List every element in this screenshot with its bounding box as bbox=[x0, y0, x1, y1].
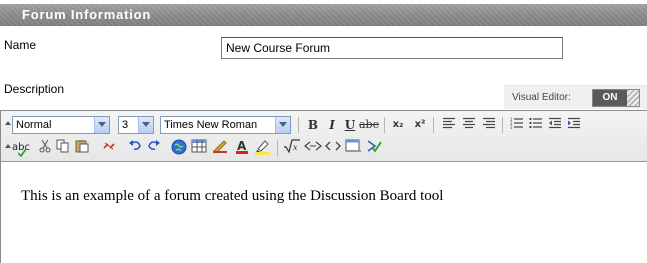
font-family-value: Times New Roman bbox=[164, 119, 258, 131]
strikethrough-icon[interactable]: abe bbox=[359, 116, 379, 134]
editor-content[interactable]: This is an example of a forum created us… bbox=[21, 188, 443, 205]
align-center-icon[interactable] bbox=[461, 116, 477, 134]
toggle-grip-icon bbox=[627, 90, 639, 106]
chevron-down-icon bbox=[94, 117, 109, 133]
table-icon[interactable] bbox=[191, 139, 207, 157]
align-left-icon[interactable] bbox=[441, 116, 457, 134]
chevron-down-icon bbox=[138, 117, 153, 133]
visual-editor-label: Visual Editor: bbox=[512, 92, 571, 103]
visual-editor-state: ON bbox=[593, 90, 627, 106]
collapse-toolbar-icon[interactable] bbox=[5, 144, 11, 148]
visual-editor-toggle[interactable]: ON bbox=[592, 89, 640, 107]
unlink-icon[interactable] bbox=[101, 139, 117, 157]
section-header: Forum Information bbox=[0, 4, 647, 26]
collapse-toolbar-icon[interactable] bbox=[5, 121, 11, 125]
text-color-icon[interactable]: A bbox=[234, 139, 250, 157]
outdent-icon[interactable] bbox=[547, 116, 563, 134]
format-select[interactable]: Normal bbox=[12, 116, 110, 134]
redo-icon[interactable] bbox=[146, 139, 162, 157]
embed-icon[interactable] bbox=[304, 139, 322, 157]
font-family-select[interactable]: Times New Roman bbox=[160, 116, 291, 134]
description-label: Description bbox=[4, 82, 65, 96]
section-title: Forum Information bbox=[22, 7, 152, 22]
svg-text:3: 3 bbox=[510, 125, 513, 129]
paste-icon[interactable] bbox=[74, 139, 90, 157]
chevron-down-icon bbox=[275, 117, 290, 133]
preview-icon[interactable] bbox=[345, 139, 361, 157]
name-label: Name bbox=[4, 38, 37, 52]
spellcheck-icon[interactable]: abc bbox=[12, 139, 30, 157]
draw-icon[interactable] bbox=[212, 139, 228, 157]
highlight-icon[interactable] bbox=[254, 139, 270, 157]
bulleted-list-icon[interactable] bbox=[528, 116, 544, 134]
copy-icon[interactable] bbox=[55, 139, 71, 157]
subscript-icon[interactable]: x₂ bbox=[390, 116, 406, 134]
toolbar-row-2: abc A x bbox=[1, 137, 647, 159]
name-input[interactable]: New Course Forum bbox=[221, 37, 563, 59]
svg-text:x: x bbox=[293, 143, 298, 152]
editor-toolbar: Normal 3 Times New Roman B I U abe x₂ x² bbox=[1, 111, 647, 162]
rich-text-editor: Normal 3 Times New Roman B I U abe x₂ x² bbox=[0, 110, 647, 263]
superscript-icon[interactable]: x² bbox=[412, 116, 428, 134]
web-link-icon[interactable] bbox=[171, 139, 187, 157]
toolbar-separator bbox=[298, 117, 299, 133]
toolbar-row-1: Normal 3 Times New Roman B I U abe x₂ x² bbox=[1, 114, 647, 136]
html-source-icon[interactable] bbox=[325, 139, 341, 157]
visual-editor-toggle-box: Visual Editor: ON bbox=[504, 85, 647, 109]
undo-icon[interactable] bbox=[127, 139, 143, 157]
spellcheck-done-icon[interactable] bbox=[366, 139, 382, 157]
toolbar-separator bbox=[277, 140, 278, 156]
italic-icon[interactable]: I bbox=[324, 116, 340, 134]
font-size-value: 3 bbox=[122, 119, 129, 131]
toolbar-separator bbox=[433, 117, 434, 133]
underline-icon[interactable]: U bbox=[342, 116, 358, 134]
numbered-list-icon[interactable]: 123 bbox=[509, 116, 525, 134]
cut-icon[interactable] bbox=[37, 139, 53, 157]
toolbar-separator bbox=[502, 117, 503, 133]
align-right-icon[interactable] bbox=[481, 116, 497, 134]
format-select-value: Normal bbox=[16, 119, 52, 131]
indent-icon[interactable] bbox=[566, 116, 582, 134]
bold-icon[interactable]: B bbox=[305, 116, 321, 134]
font-size-select[interactable]: 3 bbox=[118, 116, 154, 134]
math-equation-icon[interactable]: x bbox=[283, 139, 301, 157]
svg-text:A: A bbox=[237, 139, 247, 153]
toolbar-separator bbox=[384, 117, 385, 133]
